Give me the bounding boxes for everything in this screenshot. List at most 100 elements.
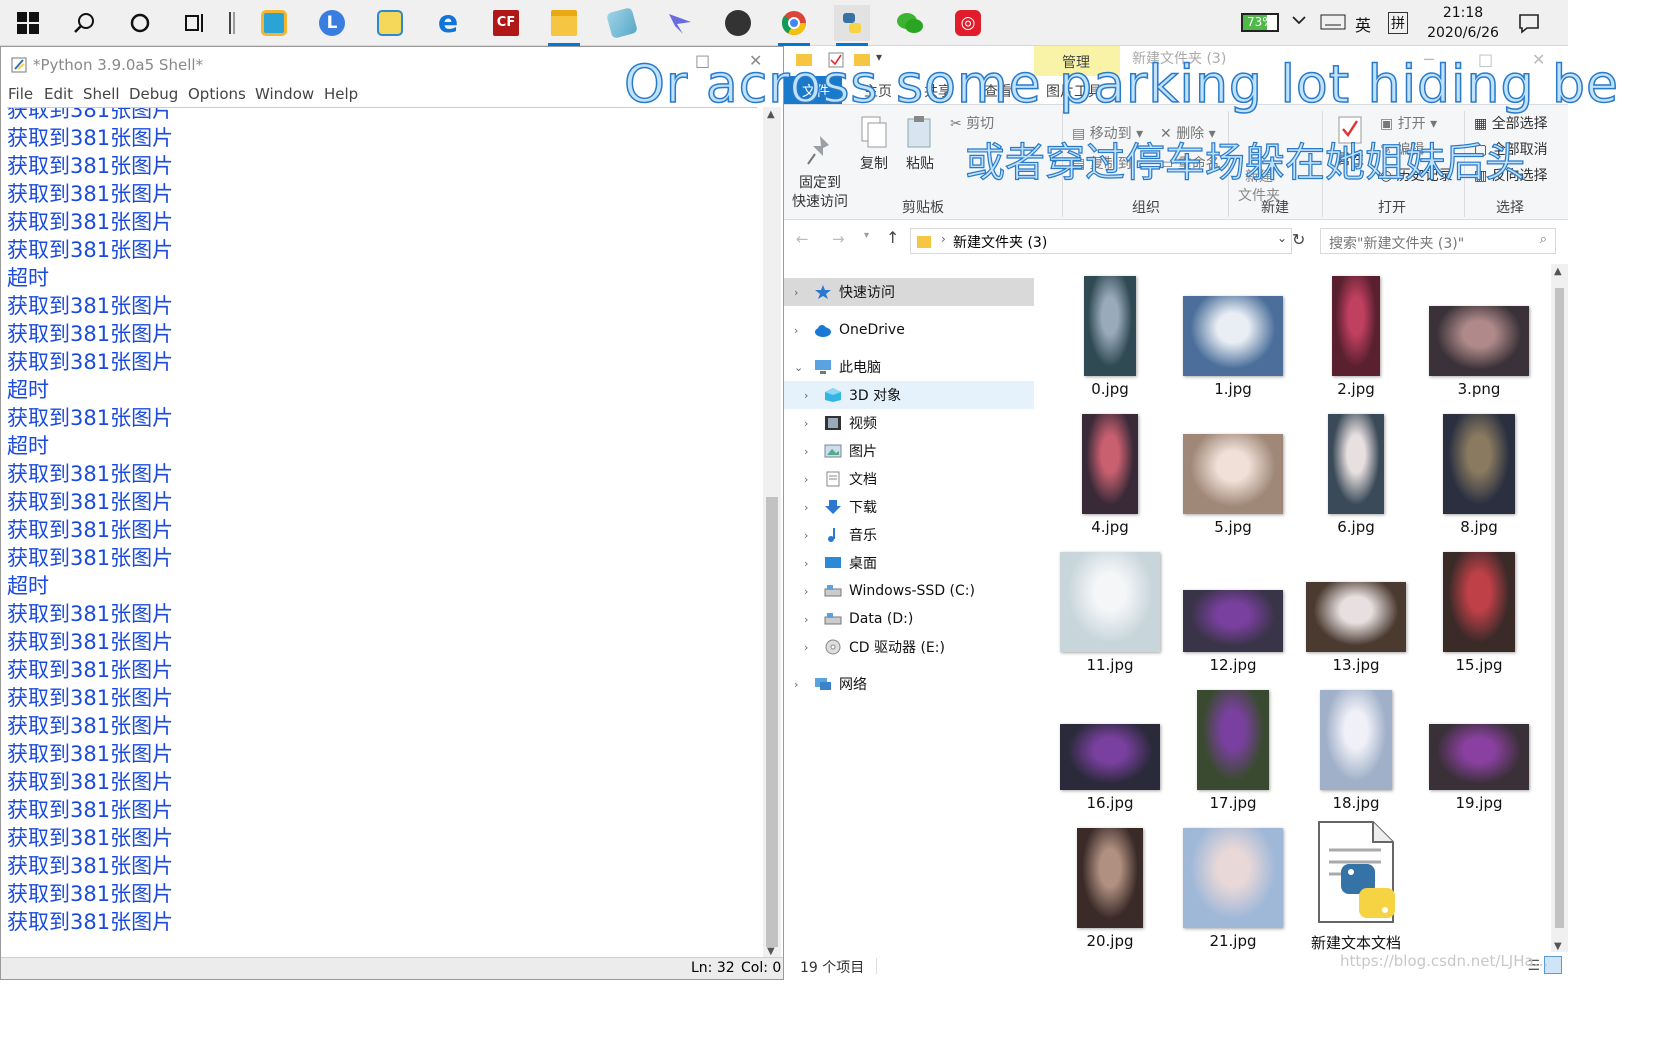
file-name: 21.jpg (1209, 932, 1257, 950)
address-dropdown-icon[interactable]: ⌄ (1277, 231, 1287, 245)
shell-scroll-thumb[interactable] (766, 497, 778, 947)
chevron-right-icon[interactable]: › (804, 501, 808, 514)
notification-icon[interactable] (1518, 12, 1540, 38)
wechat-icon[interactable] (892, 5, 928, 41)
nav-3d-objects[interactable]: › 3D 对象 (784, 381, 1034, 409)
menu-window[interactable]: Window (255, 85, 314, 103)
menu-help[interactable]: Help (324, 85, 358, 103)
chevron-right-icon[interactable]: › (804, 585, 808, 598)
file-item[interactable]: 6.jpg (1296, 406, 1416, 540)
search-icon[interactable] (66, 5, 102, 41)
python-shell-window[interactable]: *Python 3.9.0a5 Shell* □ ✕ File Edit She… (0, 46, 784, 980)
pin-quick-access-button[interactable]: 固定到 快速访问 (790, 115, 850, 231)
chevron-right-icon[interactable]: › (804, 641, 808, 654)
file-item[interactable]: 11.jpg (1050, 544, 1170, 678)
file-item[interactable]: 15.jpg (1419, 544, 1539, 678)
chevron-right-icon[interactable]: › (804, 557, 808, 570)
file-item[interactable]: 5.jpg (1173, 406, 1293, 540)
up-icon[interactable]: ↑ (886, 228, 899, 247)
mountain-icon[interactable] (720, 5, 756, 41)
start-icon[interactable] (10, 5, 46, 41)
refresh-icon[interactable]: ↻ (1292, 230, 1305, 249)
search-icon[interactable]: ⌕ (1540, 232, 1547, 247)
file-item[interactable]: 4.jpg (1050, 406, 1170, 540)
recent-locations-icon[interactable]: ▾ (864, 230, 869, 241)
menu-file[interactable]: File (8, 85, 33, 103)
explorer-scroll-thumb[interactable] (1555, 288, 1564, 928)
cortana-icon[interactable] (122, 5, 158, 41)
nav-quick-access[interactable]: › 快速访问 (784, 278, 1034, 306)
notes-icon[interactable] (604, 5, 640, 41)
file-item[interactable]: 17.jpg (1173, 682, 1293, 816)
keyboard-icon[interactable] (1320, 14, 1346, 34)
shell-output[interactable]: 获取到381张图片 获取到381张图片 获取到381张图片 获取到381张图片 获取到3… (7, 107, 757, 957)
nav-drive-d[interactable]: › Data (D:) (784, 605, 1034, 633)
python-icon[interactable] (834, 5, 870, 46)
explorer-scrollbar[interactable]: ▲ ▼ (1551, 264, 1568, 954)
file-item[interactable]: 新建文本文档 (1296, 820, 1416, 954)
file-explorer-icon[interactable] (546, 5, 582, 46)
cf-icon[interactable]: CF (488, 5, 524, 41)
menu-edit[interactable]: Edit (44, 85, 73, 103)
file-item[interactable]: 18.jpg (1296, 682, 1416, 816)
paste-button[interactable]: 粘贴 (900, 115, 940, 174)
chevron-right-icon[interactable]: › (804, 613, 808, 626)
shell-scrollbar[interactable]: ▲ ▼ (763, 107, 781, 959)
file-item[interactable]: 12.jpg (1173, 544, 1293, 678)
nav-downloads[interactable]: › 下载 (784, 493, 1034, 521)
chevron-right-icon[interactable]: › (794, 324, 798, 337)
scroll-down-icon[interactable]: ▼ (767, 946, 775, 957)
menu-shell[interactable]: Shell (83, 85, 120, 103)
nav-drive-c[interactable]: › Windows-SSD (C:) (784, 577, 1034, 605)
netease-music-icon[interactable]: ◎ (950, 5, 986, 41)
clock[interactable]: 21:18 2020/6/26 (1418, 3, 1508, 43)
edge-icon[interactable]: e (430, 5, 466, 41)
file-item[interactable]: 1.jpg (1173, 268, 1293, 402)
file-item[interactable]: 21.jpg (1173, 820, 1293, 954)
chevron-up-icon[interactable] (1291, 12, 1307, 32)
nav-videos[interactable]: › 视频 (784, 409, 1034, 437)
nav-documents[interactable]: › 文档 (784, 465, 1034, 493)
nav-network[interactable]: › 网络 (784, 670, 1034, 698)
search-box[interactable]: 搜索"新建文件夹 (3)" ⌕ (1320, 228, 1556, 254)
file-item[interactable]: 19.jpg (1419, 682, 1539, 816)
file-item[interactable]: 16.jpg (1050, 682, 1170, 816)
nav-onedrive[interactable]: › OneDrive (784, 316, 1034, 344)
menu-debug[interactable]: Debug (129, 85, 178, 103)
file-item[interactable]: 8.jpg (1419, 406, 1539, 540)
app-icon-l[interactable]: L (314, 5, 350, 41)
battery-indicator[interactable]: 73% (1241, 13, 1279, 32)
chevron-right-icon[interactable]: › (804, 417, 808, 430)
scroll-up-icon[interactable]: ▲ (1554, 266, 1562, 277)
task-view-icon[interactable] (178, 5, 214, 41)
chevron-right-icon[interactable]: › (804, 389, 808, 402)
app-icon-1[interactable] (256, 5, 292, 41)
file-item[interactable]: 0.jpg (1050, 268, 1170, 402)
menu-options[interactable]: Options (188, 85, 246, 103)
nav-pictures[interactable]: › 图片 (784, 437, 1034, 465)
chevron-right-icon[interactable]: › (804, 445, 808, 458)
ime-language[interactable]: 英 (1355, 12, 1371, 36)
file-item[interactable]: 3.png (1419, 268, 1539, 402)
screenshot-icon[interactable] (372, 5, 408, 41)
chevron-down-icon[interactable]: ⌄ (794, 361, 803, 374)
chrome-icon[interactable] (776, 5, 812, 46)
ime-mode[interactable]: 拼 (1388, 12, 1408, 34)
bird-icon[interactable] (662, 5, 698, 41)
file-item[interactable]: 20.jpg (1050, 820, 1170, 954)
scroll-down-icon[interactable]: ▼ (1554, 941, 1562, 952)
nav-music[interactable]: › 音乐 (784, 521, 1034, 549)
copy-button[interactable]: 复制 (856, 115, 892, 174)
chevron-right-icon[interactable]: › (794, 286, 798, 299)
chevron-right-icon[interactable]: › (804, 473, 808, 486)
chevron-right-icon[interactable]: › (804, 529, 808, 542)
back-icon[interactable]: ← (796, 230, 809, 248)
chevron-right-icon[interactable]: › (794, 678, 798, 691)
nav-drive-e[interactable]: › CD 驱动器 (E:) (784, 633, 1034, 661)
nav-this-pc[interactable]: ⌄ 此电脑 (784, 353, 1034, 381)
forward-icon[interactable]: → (832, 230, 845, 248)
file-item[interactable]: 2.jpg (1296, 268, 1416, 402)
nav-desktop[interactable]: › 桌面 (784, 549, 1034, 577)
file-item[interactable]: 13.jpg (1296, 544, 1416, 678)
address-box[interactable]: › 新建文件夹 (3) ⌄ (910, 228, 1292, 254)
